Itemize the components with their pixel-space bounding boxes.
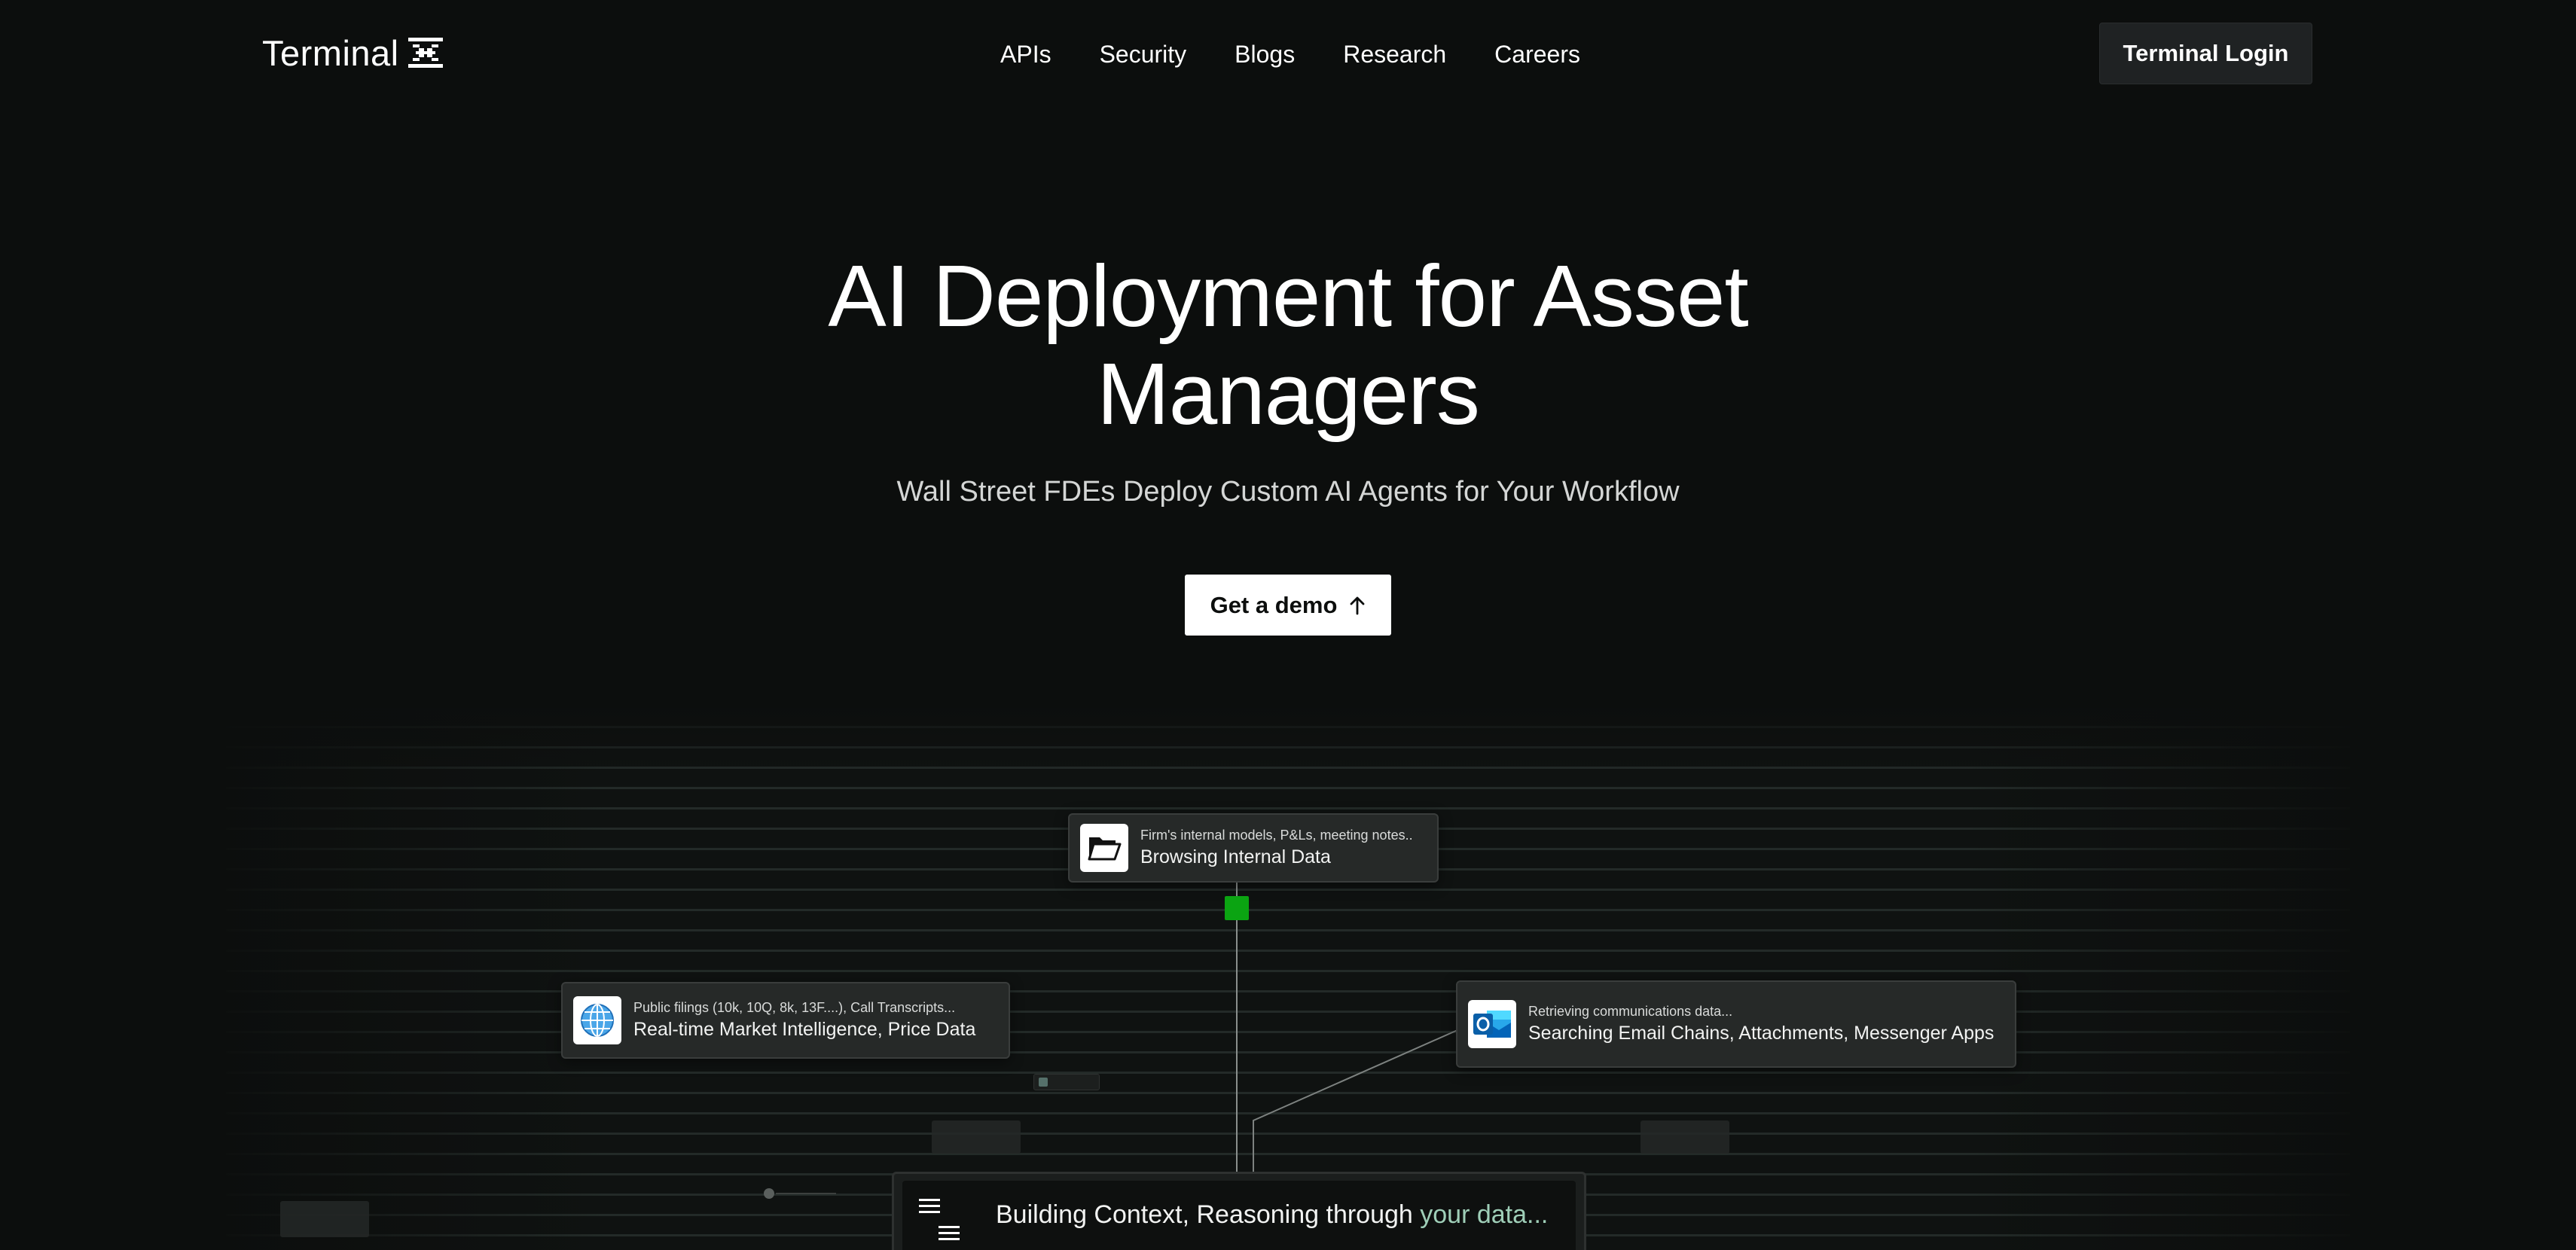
source-card-internal: Firm's internal models, P&Ls, meeting no… (1068, 813, 1439, 883)
workflow-visual: Firm's internal models, P&Ls, meeting no… (226, 708, 2350, 1250)
ghost-pill-icon (1039, 1078, 1048, 1087)
node-dot (764, 1188, 774, 1199)
card-internal-title: Browsing Internal Data (1140, 846, 1331, 867)
get-a-demo-button[interactable]: Get a demo (1185, 575, 1391, 636)
source-card-public: Public filings (10k, 10Q, 8k, 13F....), … (561, 982, 1010, 1059)
terminal-x-logo-icon (407, 38, 443, 68)
active-node (1225, 896, 1249, 920)
nav-link-security[interactable]: Security (1100, 41, 1187, 69)
hero-title: AI Deployment for Asset Managers (828, 247, 1748, 443)
status-message: Building Context, Reasoning through your… (996, 1200, 1548, 1230)
status-message-accent: your data... (1420, 1200, 1549, 1229)
ghost-block-right (1641, 1120, 1729, 1154)
card-internal-detail: Firm's internal models, P&Ls, meeting no… (1140, 828, 1413, 843)
hero-subtitle: Wall Street FDEs Deploy Custom AI Agents… (896, 476, 1680, 508)
arrow-up-icon (1351, 596, 1365, 614)
ghost-pill (1033, 1074, 1100, 1090)
card-public-detail: Public filings (10k, 10Q, 8k, 13F....), … (633, 1000, 956, 1015)
get-a-demo-label: Get a demo (1210, 591, 1338, 618)
ghost-block-left (932, 1120, 1021, 1154)
globe-icon (573, 996, 621, 1044)
main-nav: APIs Security Blogs Research Careers (1000, 38, 1580, 71)
connector-lines (776, 883, 1458, 1250)
folder-icon (1080, 824, 1128, 872)
terminal-login-button[interactable]: Terminal Login (2099, 23, 2312, 84)
outlook-icon (1468, 1000, 1516, 1048)
brand-name: Terminal (262, 32, 399, 73)
status-message-prefix: Building Context, Reasoning through (996, 1200, 1421, 1229)
card-public-title: Real-time Market Intelligence, Price Dat… (633, 1019, 976, 1040)
status-panel: Building Context, Reasoning through your… (902, 1181, 1576, 1250)
nav-link-apis[interactable]: APIs (1000, 41, 1051, 69)
card-email-title: Searching Email Chains, Attachments, Mes… (1528, 1023, 1995, 1044)
card-email-detail: Retrieving communications data... (1528, 1004, 1733, 1019)
nav-link-research[interactable]: Research (1343, 41, 1446, 69)
page: Terminal APIs Security Blogs Research Ca… (0, 0, 2576, 1250)
nav-link-careers[interactable]: Careers (1494, 41, 1580, 69)
brand-logo[interactable]: Terminal (262, 32, 443, 74)
source-card-email: Retrieving communications data... Search… (1456, 980, 2016, 1068)
nav-link-blogs[interactable]: Blogs (1235, 41, 1295, 69)
ghost-block-far-left (280, 1201, 369, 1237)
list-icon (919, 1199, 960, 1240)
